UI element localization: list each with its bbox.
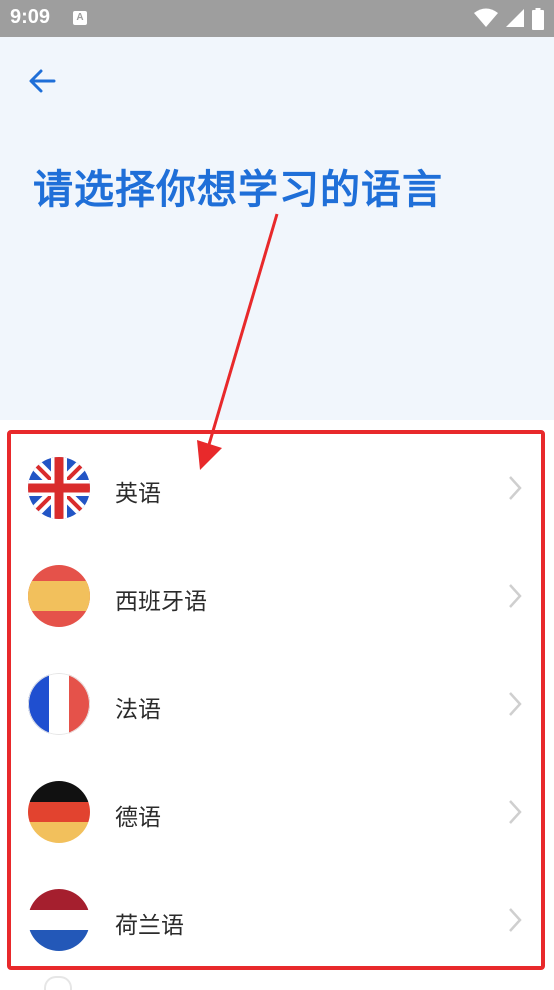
chevron-right-icon <box>509 800 522 824</box>
language-item-german[interactable]: 德语 <box>11 758 541 866</box>
hero-wave <box>0 360 554 410</box>
language-label: 荷兰语 <box>115 913 184 939</box>
netherlands-flag-icon <box>28 889 90 951</box>
page-title: 请选择你想学习的语言 <box>33 167 443 213</box>
next-item-peek <box>44 976 72 990</box>
language-label: 英语 <box>115 481 161 507</box>
chevron-right-icon <box>509 692 522 716</box>
language-item-spanish[interactable]: 西班牙语 <box>11 542 541 650</box>
france-flag-icon <box>28 673 90 735</box>
a-notification-icon: A <box>73 11 87 25</box>
status-icons <box>472 8 544 30</box>
battery-icon <box>532 8 544 30</box>
cellular-signal-icon <box>505 9 524 27</box>
chevron-right-icon <box>509 476 522 500</box>
language-label: 德语 <box>115 805 161 831</box>
uk-flag-icon <box>28 457 90 519</box>
germany-flag-icon <box>28 781 90 843</box>
language-label: 法语 <box>115 697 161 723</box>
chevron-right-icon <box>509 908 522 932</box>
wifi-icon <box>473 8 498 27</box>
status-bar: 9:09 A <box>0 0 554 37</box>
language-list: 英语 西班牙语 法语 德语 荷兰语 <box>7 430 545 970</box>
status-time: 9:09 <box>10 6 51 28</box>
back-button[interactable] <box>24 62 64 102</box>
language-item-french[interactable]: 法语 <box>11 650 541 758</box>
chevron-right-icon <box>509 584 522 608</box>
language-item-dutch[interactable]: 荷兰语 <box>11 866 541 974</box>
arrow-left-icon <box>29 69 56 93</box>
spain-flag-icon <box>28 565 90 627</box>
language-label: 西班牙语 <box>115 589 207 615</box>
language-item-english[interactable]: 英语 <box>11 434 541 542</box>
